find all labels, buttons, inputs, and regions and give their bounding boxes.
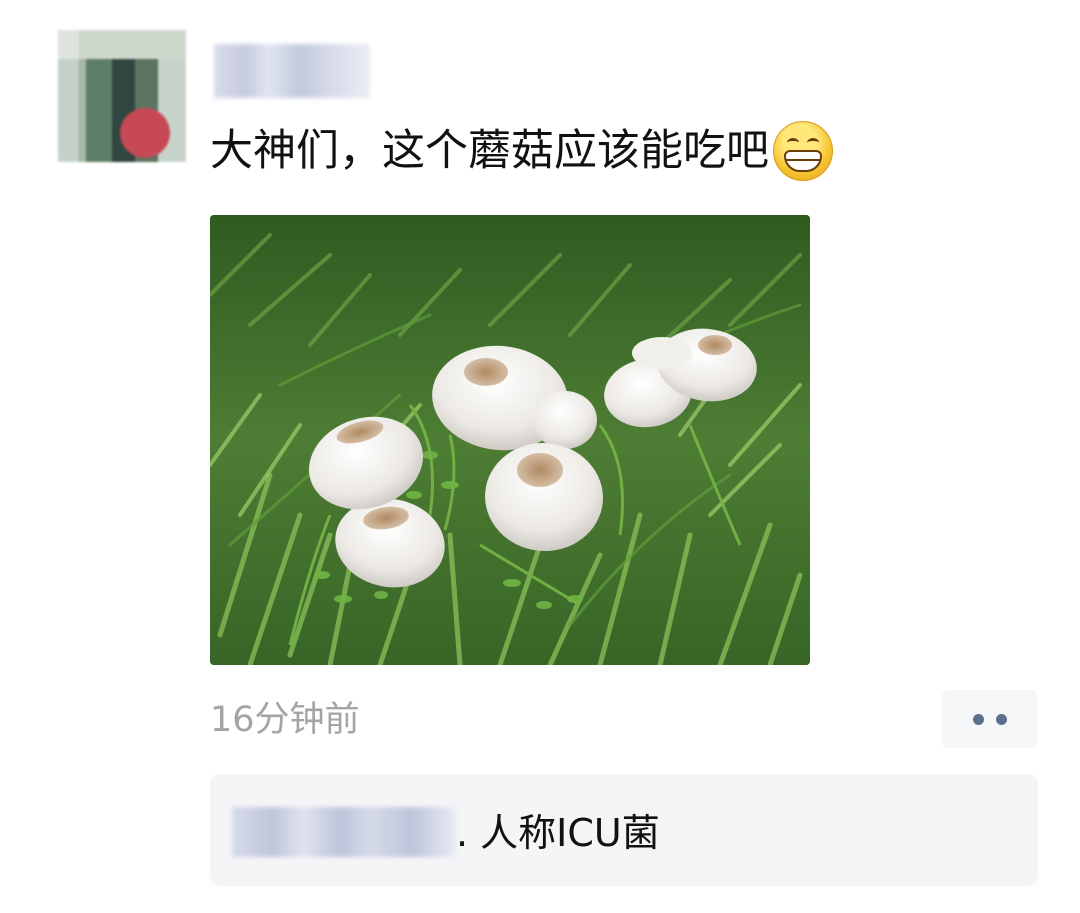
commenter-name-blurred[interactable]: [232, 807, 456, 857]
user-avatar[interactable]: [58, 30, 186, 162]
more-actions-button[interactable]: [942, 690, 1038, 748]
post-timestamp: 16分钟前: [210, 700, 360, 740]
post-text: 大神们，这个蘑菇应该能吃吧: [210, 118, 833, 184]
username-blurred[interactable]: [214, 44, 370, 98]
mushroom-photo-illustration: [210, 215, 810, 665]
comment-text: . 人称ICU菌: [456, 811, 660, 855]
grinning-face-icon: [773, 121, 833, 181]
post-photo[interactable]: [210, 215, 810, 665]
more-dots-icon: [973, 713, 984, 725]
more-dots-icon: [996, 713, 1007, 725]
post-message: 大神们，这个蘑菇应该能吃吧: [210, 126, 769, 176]
